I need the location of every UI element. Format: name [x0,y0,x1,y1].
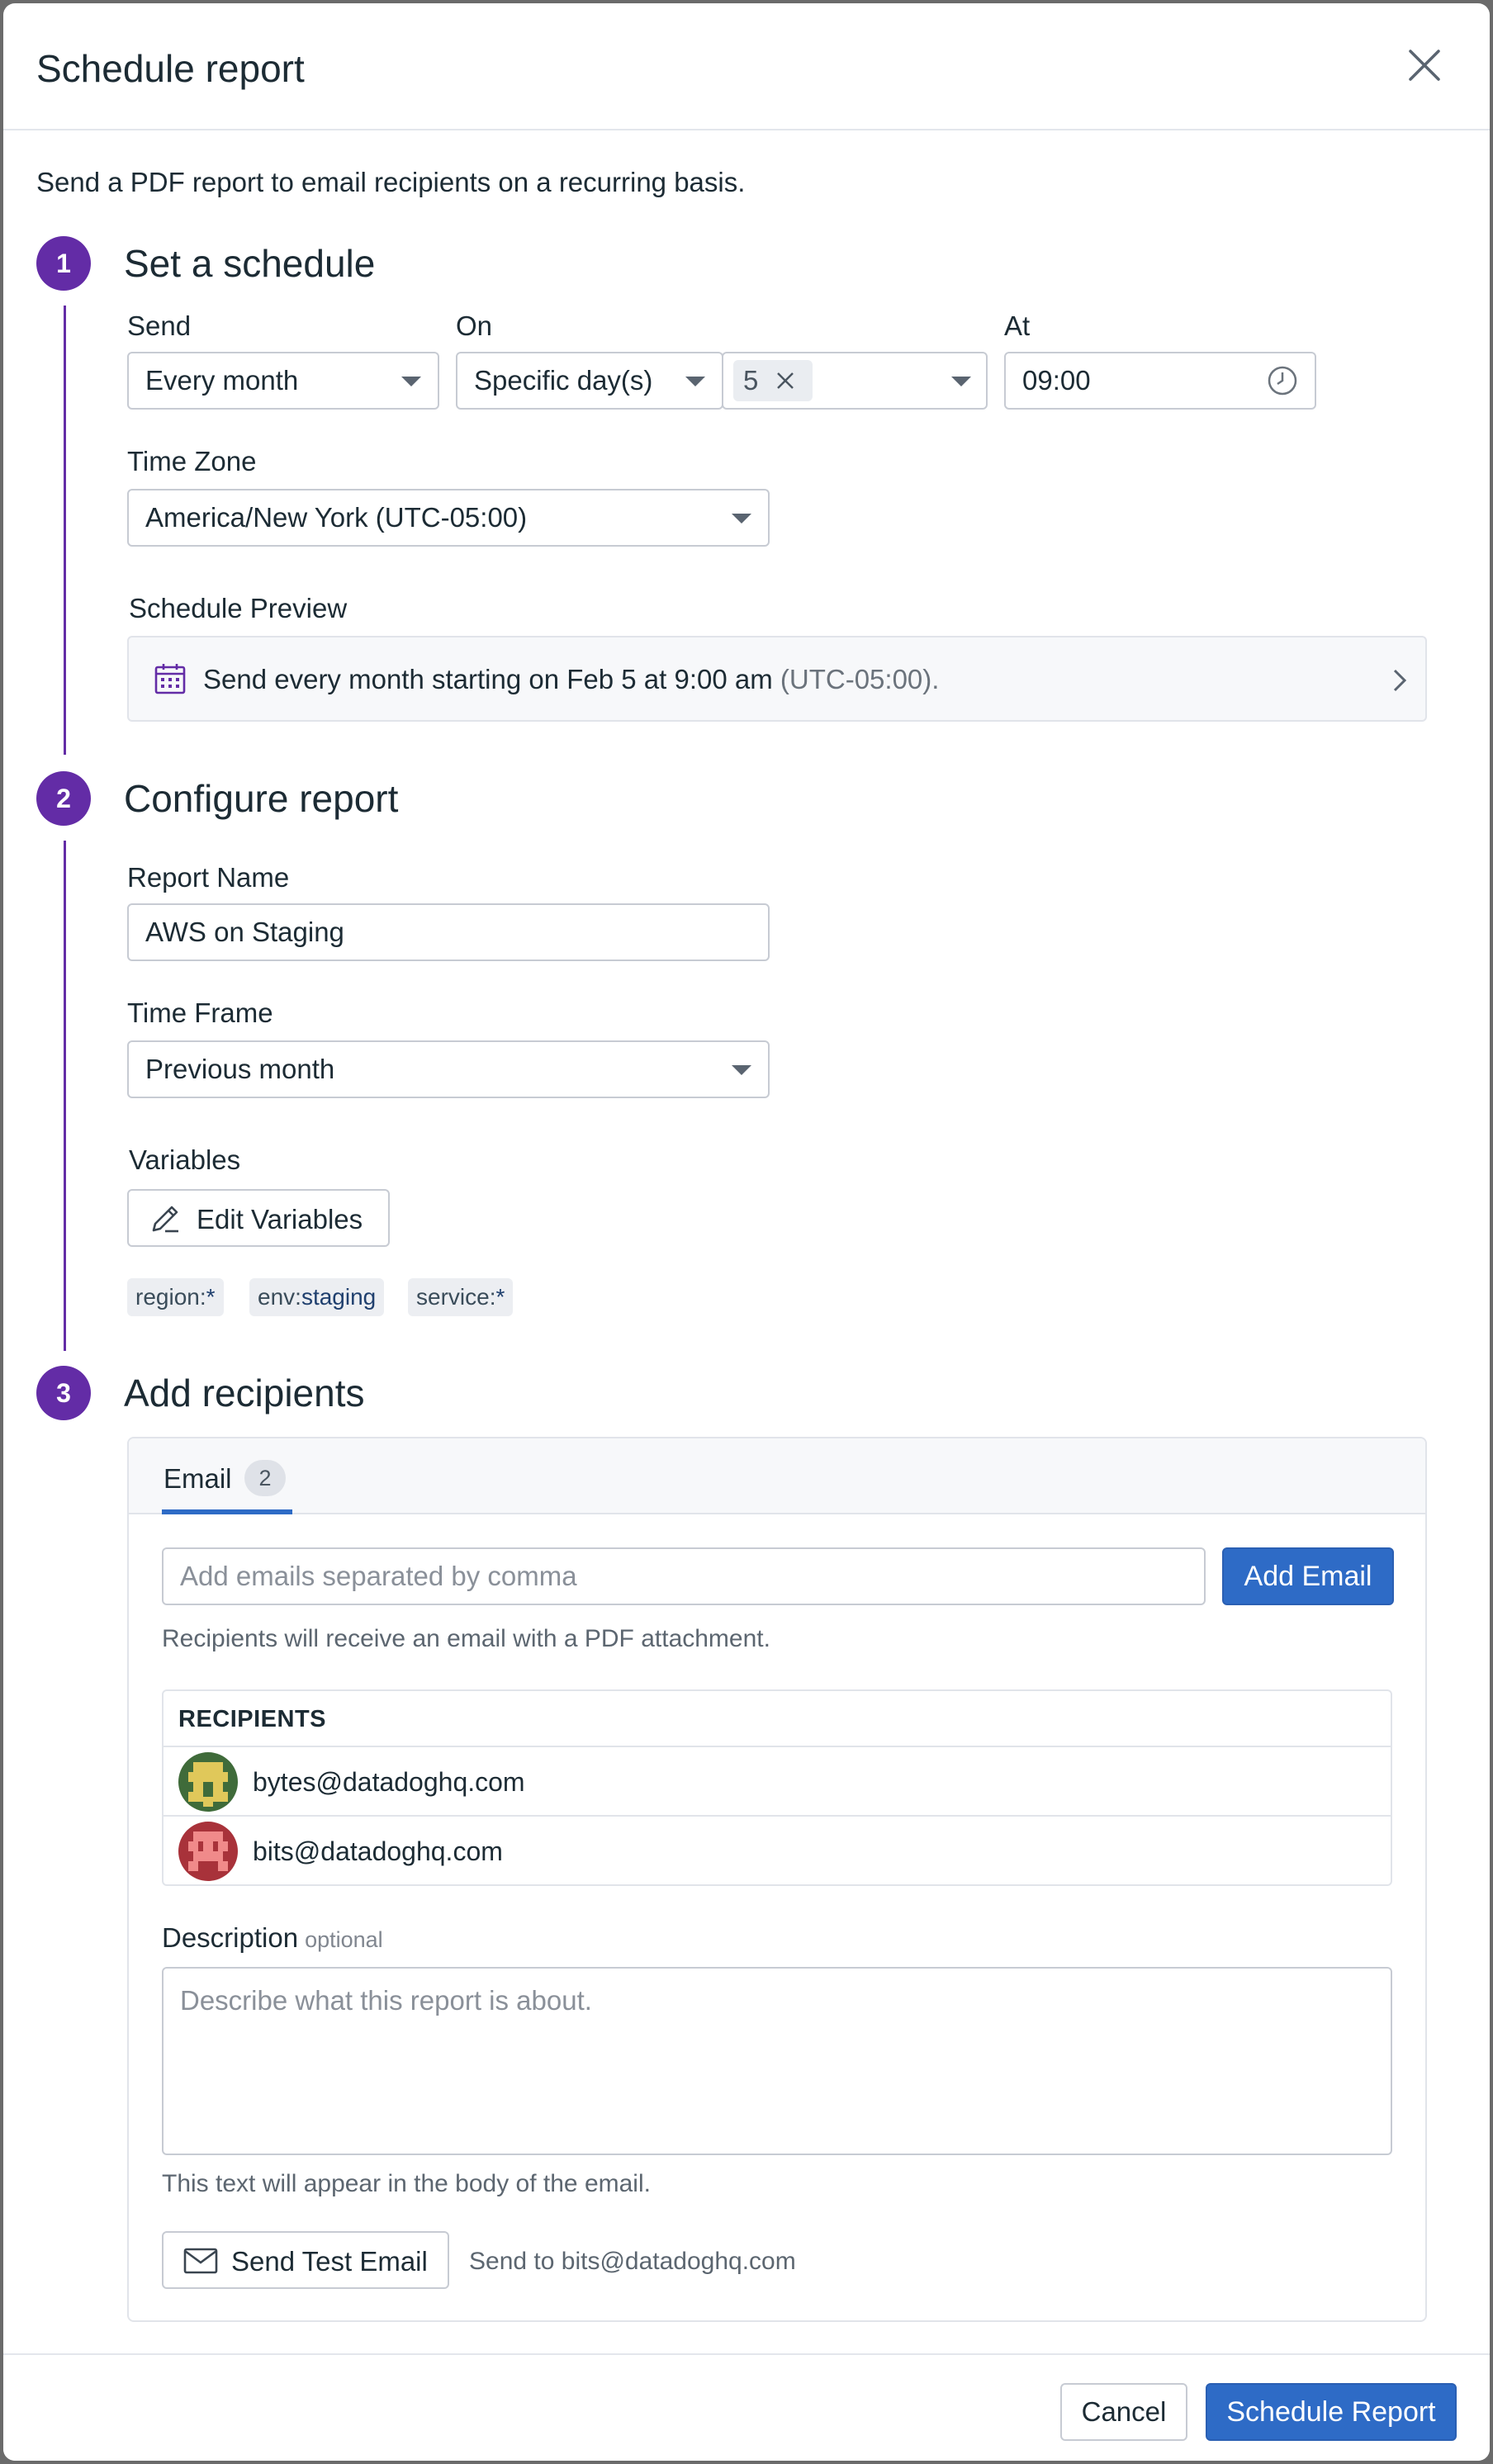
recipients-header: RECIPIENTS [164,1691,1391,1747]
description-textarea[interactable] [162,1967,1392,2155]
clock-icon [1268,366,1297,396]
send-frequency-value: Every month [145,365,299,396]
send-frequency-select[interactable]: Every month [127,352,439,410]
step-1-badge: 1 [36,236,91,291]
chevron-down-icon [951,377,971,386]
description-label-text: Description [162,1922,299,1953]
step-1-title: Set a schedule [124,242,376,285]
table-row[interactable]: bytes@datadoghq.com [164,1747,1391,1817]
timezone-value: America/New York (UTC-05:00) [145,502,528,533]
step-2-title: Configure report [124,777,399,820]
on-day-type-value: Specific day(s) [474,365,653,396]
on-day-type-select[interactable]: Specific day(s) [456,352,723,410]
send-label: Send [127,310,192,341]
description-label: Description optional [162,1922,383,1954]
step-2-badge: 2 [36,771,91,826]
schedule-preview[interactable]: Send every month starting on Feb 5 at 9:… [127,636,1427,722]
variable-tag-region: region: * [127,1278,224,1316]
timezone-select[interactable]: America/New York (UTC-05:00) [127,489,770,547]
variable-tag-key: service: [416,1284,496,1310]
variable-tag-service: service: * [408,1278,514,1316]
schedule-preview-sentence: Send every month starting on Feb 5 at 9:… [203,664,773,694]
step-2-connector [64,841,66,1351]
timezone-label: Time Zone [127,446,257,476]
send-test-email-label: Send Test Email [231,2246,428,2277]
timeframe-label: Time Frame [127,997,273,1028]
description-help-text: This text will appear in the body of the… [162,2170,651,2197]
step-3-badge: 3 [36,1366,91,1420]
intro-text: Send a PDF report to email recipients on… [36,167,746,197]
remove-chip-icon[interactable] [775,370,796,391]
send-test-target: Send to bits@datadoghq.com [469,2248,796,2275]
variable-tag-key: region: [135,1284,206,1310]
day-chip[interactable]: 5 [733,360,813,401]
edit-variables-button[interactable]: Edit Variables [127,1189,390,1247]
modal-footer: Cancel Schedule Report [3,2353,1490,2461]
day-multiselect[interactable]: 5 [722,352,988,410]
timeframe-select[interactable]: Previous month [127,1040,770,1098]
email-input[interactable] [162,1547,1206,1605]
modal-title: Schedule report [36,47,305,90]
recipients-panel: Email 2 Add Email Recipients will receiv… [127,1437,1427,2322]
email-help-text: Recipients will receive an email with a … [162,1625,770,1652]
on-label: On [456,310,493,341]
avatar [178,1822,238,1881]
add-email-button[interactable]: Add Email [1222,1547,1394,1605]
close-icon [1409,50,1440,81]
avatar [178,1752,238,1812]
schedule-preview-timezone: (UTC-05:00). [780,664,940,694]
at-label: At [1004,310,1031,341]
chevron-down-icon [732,514,751,524]
recipients-tabbar: Email 2 [129,1438,1425,1514]
variable-tag-key: env: [258,1284,301,1310]
report-name-input[interactable]: AWS on Staging [127,903,770,961]
chevron-down-icon [685,377,705,386]
variable-tag-env: env: staging [249,1278,385,1316]
table-row[interactable]: bits@datadoghq.com [164,1817,1391,1884]
variable-tag-value: * [495,1284,505,1310]
tab-email[interactable]: Email 2 [162,1438,292,1514]
schedule-report-button[interactable]: Schedule Report [1206,2383,1457,2441]
recipient-email: bits@datadoghq.com [253,1836,503,1866]
schedule-preview-text: Send every month starting on Feb 5 at 9:… [203,664,939,695]
edit-variables-label: Edit Variables [197,1204,363,1234]
cancel-button[interactable]: Cancel [1060,2383,1187,2441]
step-1-connector [64,306,66,755]
schedule-report-modal: Schedule report Send a PDF report to ema… [3,3,1490,2461]
modal-header: Schedule report [3,3,1490,130]
schedule-preview-label: Schedule Preview [129,593,348,623]
time-value: 09:00 [1022,365,1091,396]
envelope-icon [183,2248,218,2274]
description-optional: optional [305,1927,383,1952]
variable-tag-value: staging [301,1284,377,1310]
tab-email-count: 2 [244,1460,286,1496]
day-chip-label: 5 [743,365,759,396]
step-3-title: Add recipients [124,1372,365,1414]
tab-email-label: Email [164,1463,232,1494]
report-name-value: AWS on Staging [145,917,344,947]
recipient-email: bytes@datadoghq.com [253,1767,525,1797]
variables-label: Variables [129,1144,241,1175]
send-test-email-button[interactable]: Send Test Email [162,2231,449,2289]
timeframe-value: Previous month [145,1054,335,1084]
close-button[interactable] [1404,45,1445,86]
cancel-label: Cancel [1081,2396,1167,2427]
chevron-down-icon [732,1065,751,1075]
variable-tag-value: * [206,1284,216,1310]
calendar-icon [154,664,186,694]
chevron-down-icon [401,377,421,386]
pencil-icon [152,1206,178,1233]
chevron-right-icon [1393,669,1407,692]
time-input[interactable]: 09:00 [1004,352,1316,410]
recipients-table: RECIPIENTS bytes@datadoghq.com bits@data… [162,1689,1392,1886]
report-name-label: Report Name [127,862,290,893]
